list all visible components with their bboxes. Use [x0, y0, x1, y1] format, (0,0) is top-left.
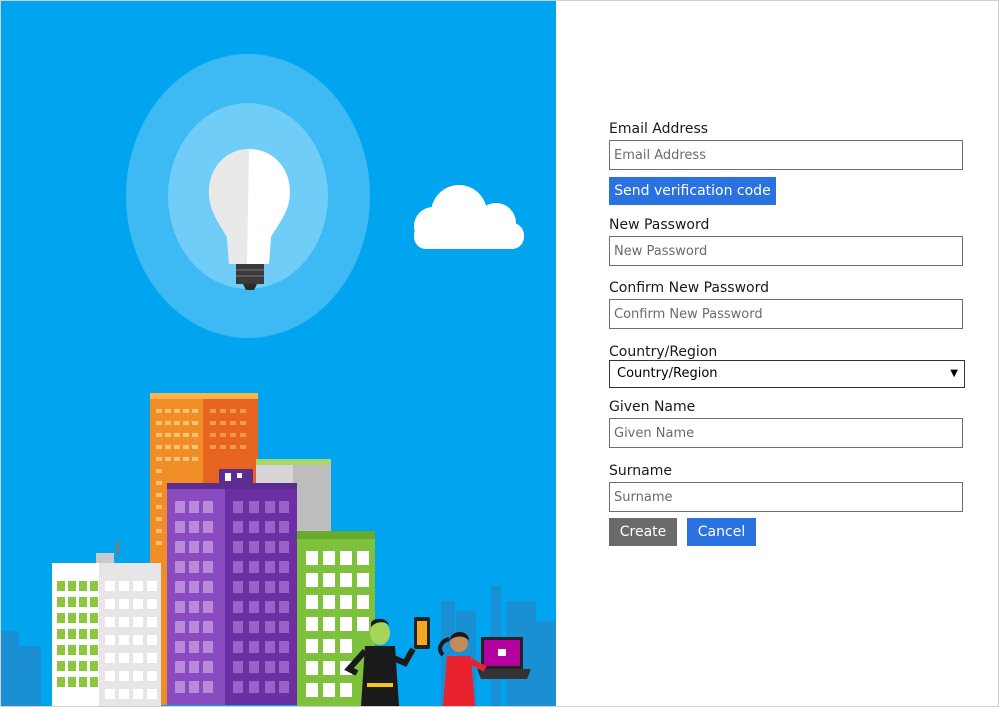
cancel-button[interactable]: Cancel — [687, 518, 756, 546]
white-building-left — [52, 541, 161, 706]
given-name-input[interactable] — [609, 418, 963, 448]
confirm-password-input[interactable] — [609, 299, 963, 329]
lightbulb-icon — [126, 54, 370, 338]
hero-scene — [1, 1, 556, 706]
email-label: Email Address — [609, 121, 709, 137]
country-region-select[interactable]: Country/Region ▼ — [609, 360, 965, 388]
given-name-label: Given Name — [609, 399, 696, 415]
send-verification-code-button[interactable]: Send verification code — [609, 177, 776, 205]
hero-illustration — [1, 1, 556, 706]
surname-label: Surname — [609, 463, 672, 479]
surname-input[interactable] — [609, 482, 963, 512]
dropdown-arrow-icon: ▼ — [950, 368, 958, 379]
country-region-label: Country/Region — [609, 344, 718, 360]
confirm-password-label: Confirm New Password — [609, 280, 770, 296]
new-password-label: New Password — [609, 217, 710, 233]
purple-building — [167, 469, 297, 705]
signup-form-panel: Email Address Send verification code New… — [556, 1, 998, 706]
new-password-input[interactable] — [609, 236, 963, 266]
country-region-selected-value: Country/Region — [617, 366, 718, 381]
create-button[interactable]: Create — [609, 518, 677, 546]
email-input[interactable] — [609, 140, 963, 170]
